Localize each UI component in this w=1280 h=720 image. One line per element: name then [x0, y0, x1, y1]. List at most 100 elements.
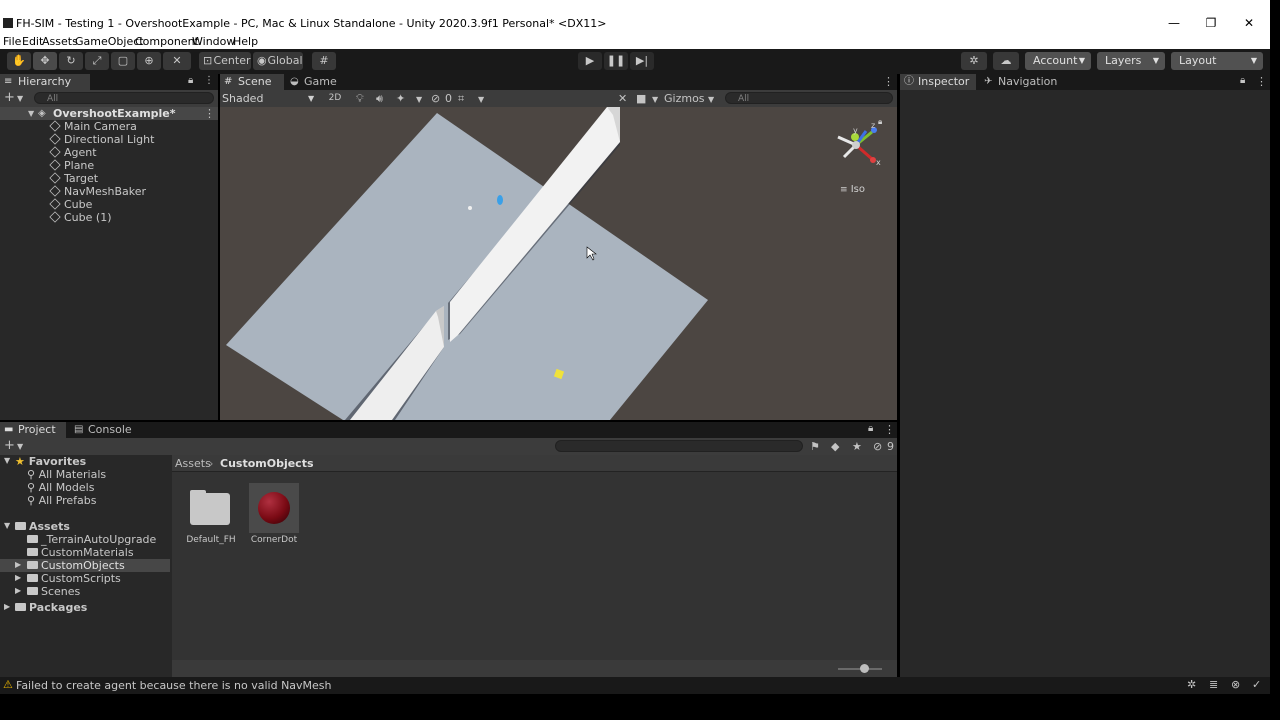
folder-custom-scripts[interactable]: CustomScripts: [27, 572, 121, 585]
transform-tool-button[interactable]: ⊕: [137, 52, 161, 70]
star-icon[interactable]: ★: [852, 438, 862, 455]
rect-tool-button[interactable]: ▢: [111, 52, 135, 70]
chevron-down-icon[interactable]: ▼: [28, 107, 34, 120]
menu-assets[interactable]: Assets: [42, 35, 78, 49]
filter-type-icon[interactable]: ⚑: [810, 438, 820, 455]
pivot-center-button[interactable]: ⊡ Center: [199, 52, 251, 70]
layout-dropdown[interactable]: Layout ▼: [1171, 52, 1263, 70]
lock-icon[interactable]: 🔒︎: [868, 423, 873, 434]
scene-render[interactable]: z y x: [220, 107, 897, 420]
add-icon[interactable]: +: [4, 90, 15, 106]
chevron-down-icon[interactable]: ▼: [17, 91, 23, 107]
lock-icon[interactable]: 🔒︎: [878, 117, 882, 127]
assets-header[interactable]: Assets: [15, 520, 70, 533]
menu-help[interactable]: Help: [233, 35, 258, 49]
check-icon[interactable]: ✓: [1252, 678, 1261, 691]
asset-default-fh[interactable]: Default_FH: [186, 485, 236, 557]
rotate-tool-button[interactable]: ↻: [59, 52, 83, 70]
favorite-all-models[interactable]: ⚲ All Models: [27, 481, 94, 494]
close-button[interactable]: ✕: [1234, 15, 1264, 31]
bug-icon[interactable]: ✲: [1187, 678, 1196, 691]
grid-toggle-icon[interactable]: ⌗: [458, 90, 464, 107]
account-dropdown[interactable]: Account ▼: [1025, 52, 1091, 70]
more-menu-icon[interactable]: ⋮: [204, 107, 215, 120]
chevron-right-icon[interactable]: ▶: [15, 560, 21, 569]
hierarchy-item-main-camera[interactable]: Main Camera: [49, 120, 137, 133]
2d-toggle-button[interactable]: 2D: [324, 92, 346, 105]
custom-tool-button[interactable]: ✕: [163, 52, 191, 70]
corner-dot-marker[interactable]: [468, 206, 472, 210]
hierarchy-search-input[interactable]: All: [34, 92, 214, 104]
tab-project[interactable]: ▬ Project: [0, 422, 66, 438]
step-button[interactable]: ▶|: [630, 52, 654, 70]
scene-row[interactable]: ▼ ◈ OvershootExample* ⋮: [0, 107, 218, 120]
move-tool-button[interactable]: ✥: [33, 52, 57, 70]
menu-window[interactable]: Window: [192, 35, 235, 49]
folder-custom-objects[interactable]: CustomObjects: [27, 559, 125, 572]
hierarchy-item-agent[interactable]: Agent: [49, 146, 97, 159]
menu-gameobject[interactable]: GameObject: [75, 35, 144, 49]
stack-icon[interactable]: ≣: [1209, 678, 1218, 691]
audio-icon[interactable]: 🔊︎: [376, 90, 383, 107]
scale-tool-button[interactable]: ⤢: [85, 52, 109, 70]
hand-tool-button[interactable]: ✋: [7, 52, 31, 70]
zoom-slider-handle[interactable]: [860, 664, 869, 673]
asset-corner-dot[interactable]: CornerDot: [249, 483, 299, 557]
tab-hierarchy[interactable]: ≡ Hierarchy: [0, 74, 90, 90]
more-menu-icon[interactable]: ⋮: [884, 423, 895, 436]
scene-search-input[interactable]: All: [725, 92, 893, 104]
menu-file[interactable]: File: [3, 35, 21, 49]
pause-button[interactable]: ❚❚: [604, 52, 628, 70]
hidden-packages-icon[interactable]: ⊘: [873, 438, 882, 455]
chevron-down-icon[interactable]: ▼: [478, 91, 484, 108]
play-button[interactable]: ▶: [578, 52, 602, 70]
folder-terrain-auto-upgrade[interactable]: _TerrainAutoUpgrade: [27, 533, 156, 546]
grid-snap-button[interactable]: #: [312, 52, 336, 70]
tab-scene[interactable]: # Scene: [220, 74, 284, 90]
menu-edit[interactable]: Edit: [22, 35, 43, 49]
hidden-objects-icon[interactable]: ⊘: [431, 90, 440, 107]
favorite-all-materials[interactable]: ⚲ All Materials: [27, 468, 106, 481]
chevron-down-icon[interactable]: ▼: [4, 521, 10, 530]
lock-icon[interactable]: 🔒︎: [188, 75, 193, 86]
tab-game[interactable]: ◒ Game: [286, 74, 344, 90]
maximize-button[interactable]: ❐: [1196, 15, 1226, 31]
breadcrumb-assets[interactable]: Assets: [175, 457, 211, 470]
global-space-button[interactable]: ◉ Global: [253, 52, 303, 70]
hierarchy-item-directional-light[interactable]: Directional Light: [49, 133, 154, 146]
hierarchy-item-plane[interactable]: Plane: [49, 159, 94, 172]
favorites-header[interactable]: ★ Favorites: [15, 455, 86, 468]
hierarchy-item-cube-1[interactable]: Cube (1): [49, 211, 111, 224]
favorite-all-prefabs[interactable]: ⚲ All Prefabs: [27, 494, 97, 507]
tab-navigation[interactable]: ✈ Navigation: [980, 74, 1064, 90]
chevron-down-icon[interactable]: ▼: [17, 439, 23, 455]
more-menu-icon[interactable]: ⋮: [204, 75, 214, 86]
scene-viewport[interactable]: z y x ≡ Iso 🔒︎: [220, 107, 897, 420]
breadcrumb-custom-objects[interactable]: CustomObjects: [220, 457, 314, 470]
chevron-right-icon[interactable]: ▶: [4, 602, 10, 611]
agent-object[interactable]: [497, 195, 503, 205]
status-message[interactable]: Failed to create agent because there is …: [16, 679, 332, 692]
chevron-down-icon[interactable]: ▼: [652, 91, 658, 108]
packages-header[interactable]: Packages: [15, 601, 87, 614]
iso-projection-label[interactable]: ≡ Iso: [840, 184, 865, 195]
lock-icon[interactable]: 🔒︎: [1240, 75, 1245, 86]
chevron-down-icon[interactable]: ▼: [4, 456, 10, 465]
shading-mode-dropdown[interactable]: Shaded ▼: [222, 90, 318, 107]
menu-component[interactable]: Component: [135, 35, 199, 49]
tab-inspector[interactable]: ⓘ Inspector: [900, 74, 976, 90]
minimize-button[interactable]: —: [1159, 15, 1189, 31]
layers-dropdown[interactable]: Layers ▼: [1097, 52, 1165, 70]
collab-button[interactable]: ✲: [961, 52, 987, 70]
add-icon[interactable]: +: [4, 438, 15, 454]
folder-scenes[interactable]: Scenes: [27, 585, 80, 598]
more-menu-icon[interactable]: ⋮: [883, 75, 894, 88]
chevron-right-icon[interactable]: ▶: [15, 586, 21, 595]
folder-custom-materials[interactable]: CustomMaterials: [27, 546, 134, 559]
effects-icon[interactable]: ✦: [396, 90, 405, 107]
more-menu-icon[interactable]: ⋮: [1256, 75, 1267, 88]
ground-plane[interactable]: [226, 113, 708, 420]
tab-console[interactable]: ▤ Console: [70, 422, 136, 438]
gizmos-dropdown[interactable]: Gizmos ▼: [664, 90, 720, 107]
cloud-button[interactable]: ☁: [993, 52, 1019, 70]
